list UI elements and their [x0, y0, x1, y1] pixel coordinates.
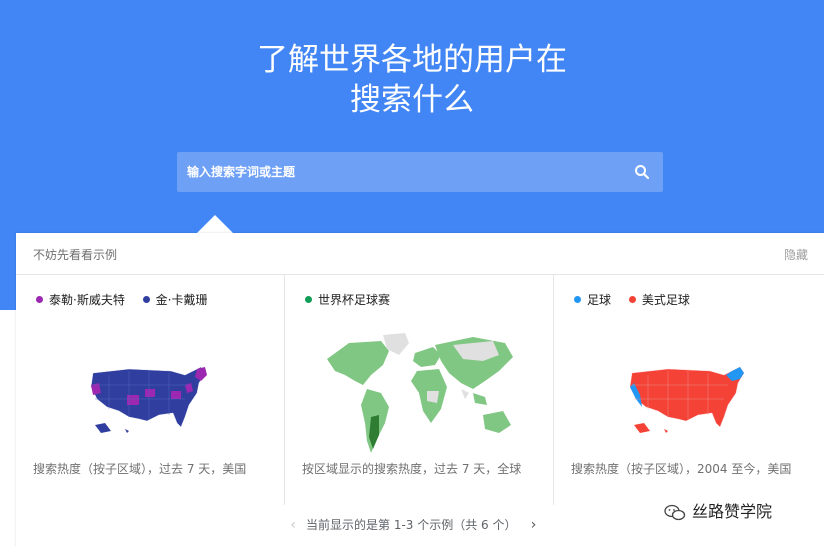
legend-item: 足球: [574, 291, 611, 308]
card-note: 搜索热度（按子区域），过去 7 天，美国: [33, 462, 247, 476]
card-legend: 泰勒·斯威夫特 金·卡戴珊: [36, 291, 221, 308]
examples-header: 不妨先看看示例 隐藏: [16, 233, 824, 275]
hero-title: 了解世界各地的用户在 搜索什么: [0, 40, 824, 120]
legend-dot: [305, 296, 312, 303]
legend-label: 金·卡戴珊: [155, 293, 208, 307]
legend-label: 泰勒·斯威夫特: [49, 293, 125, 307]
legend-item: 金·卡戴珊: [142, 291, 208, 308]
search-input[interactable]: [177, 152, 617, 192]
legend-dot: [36, 296, 43, 303]
legend-item: 世界杯足球赛: [305, 291, 390, 308]
hero-title-line2: 搜索什么: [350, 82, 474, 118]
legend-dot: [628, 296, 636, 303]
legend-dot: [574, 296, 581, 303]
search-icon[interactable]: [633, 163, 651, 181]
legend-label: 美式足球: [641, 293, 690, 307]
chevron-left-icon[interactable]: ‹: [286, 517, 300, 533]
us-map: [90, 366, 207, 433]
card-note: 按区域显示的搜索热度，过去 7 天，全球: [302, 462, 522, 476]
legend-item: 美式足球: [628, 291, 690, 308]
pager: ‹ 当前显示的是第 1-3 个示例（共 6 个） ›: [286, 516, 541, 533]
pager-text: 当前显示的是第 1-3 个示例（共 6 个）: [306, 518, 517, 532]
legend-item: 泰勒·斯威夫特: [36, 291, 125, 308]
hero-title-line1: 了解世界各地的用户在: [257, 42, 567, 78]
legend-label: 世界杯足球赛: [318, 293, 391, 307]
card-legend: 世界杯足球赛: [305, 291, 404, 308]
us-map: [629, 366, 745, 433]
hide-button[interactable]: 隐藏: [784, 246, 808, 263]
card-note: 搜索热度（按子区域），2004 至今，美国: [571, 462, 792, 476]
watermark: 丝路赞学院: [664, 498, 772, 522]
legend-dot: [142, 296, 150, 303]
example-card-3[interactable]: 足球 美式足球 搜索热度（按子区域），2004 至今，美国: [554, 275, 824, 505]
legend-label: 足球: [587, 293, 612, 307]
world-map: [327, 333, 513, 453]
callout-pointer: [197, 215, 233, 233]
watermark-text: 丝路赞学院: [692, 502, 773, 521]
example-card-2[interactable]: 世界杯足球赛 按区域显示的搜索热度，过去 7 天，全球: [285, 275, 554, 505]
chevron-right-icon[interactable]: ›: [527, 517, 541, 533]
examples-label: 不妨先看看示例: [33, 248, 118, 262]
wechat-icon: [664, 504, 686, 520]
card-legend: 足球 美式足球: [574, 291, 704, 308]
search-box[interactable]: [177, 152, 663, 192]
example-card-1[interactable]: 泰勒·斯威夫特 金·卡戴珊 搜索热度（按子区域），过去 7 天，美国: [16, 275, 285, 505]
